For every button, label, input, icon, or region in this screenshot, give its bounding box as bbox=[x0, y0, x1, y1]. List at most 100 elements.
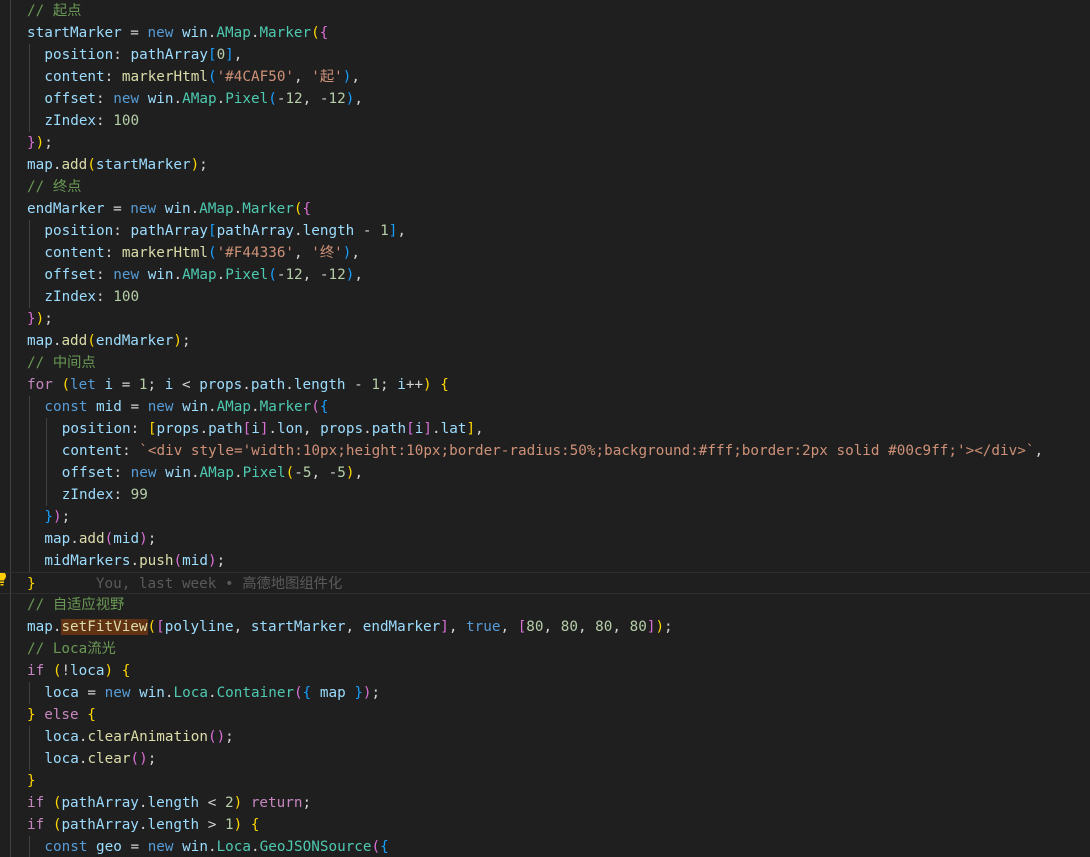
code-token: 2 bbox=[225, 795, 234, 811]
code-token: ) bbox=[173, 333, 182, 349]
code-line[interactable]: map.add(mid); bbox=[0, 528, 1090, 550]
code-token: win bbox=[147, 267, 174, 283]
code-token: ) bbox=[53, 509, 62, 525]
code-token: . bbox=[242, 377, 251, 393]
code-line[interactable]: position: pathArray[pathArray.length - 1… bbox=[0, 220, 1090, 242]
code-line[interactable]: for (let i = 1; i < props.path.length - … bbox=[0, 374, 1090, 396]
code-text: loca.clear(); bbox=[44, 748, 156, 770]
indent-guide bbox=[10, 330, 11, 352]
code-token: ) bbox=[35, 311, 45, 327]
code-line[interactable]: zIndex: 100 bbox=[0, 110, 1090, 132]
code-line[interactable]: // 终点 bbox=[0, 176, 1090, 198]
code-text: position: [props.path[i].lon, props.path… bbox=[62, 418, 484, 440]
code-token: // 中间点 bbox=[27, 355, 96, 371]
code-token: . bbox=[216, 267, 226, 283]
indent-guide bbox=[10, 484, 11, 506]
code-line[interactable]: const mid = new win.AMap.Marker({ bbox=[0, 396, 1090, 418]
indent-guide bbox=[10, 264, 11, 286]
code-token: . bbox=[216, 91, 226, 107]
code-line[interactable]: zIndex: 100 bbox=[0, 286, 1090, 308]
code-line[interactable]: position: [props.path[i].lon, props.path… bbox=[0, 418, 1090, 440]
code-line[interactable]: offset: new win.AMap.Pixel(-12, -12), bbox=[0, 264, 1090, 286]
code-line[interactable]: }); bbox=[0, 308, 1090, 330]
code-line[interactable]: loca.clearAnimation(); bbox=[0, 726, 1090, 748]
code-token: } bbox=[27, 773, 36, 789]
code-line[interactable]: map.add(startMarker); bbox=[0, 154, 1090, 176]
code-token: , bbox=[577, 619, 596, 635]
code-token: ; bbox=[302, 795, 312, 811]
indent-guide bbox=[10, 198, 11, 220]
indent-guide bbox=[10, 748, 11, 770]
code-line[interactable]: endMarker = new win.AMap.Marker({ bbox=[0, 198, 1090, 220]
code-text: } You, last week • 高德地图组件化 bbox=[27, 573, 342, 595]
code-token: // 自适应视野 bbox=[27, 597, 125, 613]
code-token: } bbox=[27, 576, 36, 592]
code-line[interactable]: // Loca流光 bbox=[0, 638, 1090, 660]
code-line[interactable]: midMarkers.push(mid); bbox=[0, 550, 1090, 572]
code-token: , bbox=[500, 619, 518, 635]
code-line[interactable]: offset: new win.AMap.Pixel(-12, -12), bbox=[0, 88, 1090, 110]
code-token: { bbox=[302, 685, 312, 701]
code-token: - bbox=[354, 223, 381, 239]
code-text: offset: new win.AMap.Pixel(-5, -5), bbox=[62, 462, 363, 484]
code-token: win bbox=[181, 25, 208, 41]
code-line[interactable]: content: markerHtml('#F44336', '终'), bbox=[0, 242, 1090, 264]
code-line[interactable]: startMarker = new win.AMap.Marker({ bbox=[0, 22, 1090, 44]
code-token: , bbox=[1034, 443, 1044, 459]
code-text: }); bbox=[27, 308, 53, 330]
code-token: 12 bbox=[285, 91, 303, 107]
code-line[interactable]: if (!loca) { bbox=[0, 660, 1090, 682]
indent-guide bbox=[10, 242, 11, 264]
code-editor[interactable]: // 起点 startMarker = new win.AMap.Marker({… bbox=[0, 0, 1090, 857]
code-line[interactable]: } You, last week • 高德地图组件化 bbox=[0, 572, 1090, 595]
code-line[interactable]: loca = new win.Loca.Container({ map }); bbox=[0, 682, 1090, 704]
code-token: path bbox=[250, 377, 286, 393]
code-token: . bbox=[70, 531, 79, 547]
code-line[interactable]: offset: new win.AMap.Pixel(-5, -5), bbox=[0, 462, 1090, 484]
indent-guide bbox=[29, 110, 30, 132]
code-line[interactable]: zIndex: 99 bbox=[0, 484, 1090, 506]
code-line[interactable]: if (pathArray.length > 1) { bbox=[0, 814, 1090, 836]
indent-guide bbox=[10, 0, 11, 22]
code-token: add bbox=[78, 531, 105, 547]
indent-guide bbox=[29, 44, 30, 66]
code-line[interactable]: const geo = new win.Loca.GeoJSONSource({ bbox=[0, 836, 1090, 857]
code-line[interactable]: // 自适应视野 bbox=[0, 594, 1090, 616]
code-token: ( bbox=[147, 619, 157, 635]
code-token: ; bbox=[147, 531, 157, 547]
code-line[interactable]: loca.clear(); bbox=[0, 748, 1090, 770]
code-token: position bbox=[44, 47, 114, 63]
code-line[interactable]: } bbox=[0, 770, 1090, 792]
code-line[interactable]: map.add(endMarker); bbox=[0, 330, 1090, 352]
code-token: } bbox=[27, 135, 36, 151]
code-line[interactable]: }); bbox=[0, 132, 1090, 154]
code-token: , - bbox=[302, 91, 329, 107]
indent-guide bbox=[10, 836, 11, 857]
code-line[interactable]: // 中间点 bbox=[0, 352, 1090, 374]
code-token: map bbox=[44, 531, 71, 547]
code-line[interactable]: // 起点 bbox=[0, 0, 1090, 22]
code-token: , bbox=[345, 619, 363, 635]
code-line[interactable]: } else { bbox=[0, 704, 1090, 726]
code-line[interactable]: content: `<div style='width:10px;height:… bbox=[0, 440, 1090, 462]
code-token: if bbox=[27, 817, 53, 833]
code-token: length bbox=[147, 795, 200, 811]
code-token: ) bbox=[139, 751, 148, 767]
code-line[interactable]: if (pathArray.length < 2) return; bbox=[0, 792, 1090, 814]
code-token: ) bbox=[35, 135, 45, 151]
indent-guide bbox=[10, 638, 11, 660]
indent-guide bbox=[10, 792, 11, 814]
code-line[interactable]: content: markerHtml('#4CAF50', '起'), bbox=[0, 66, 1090, 88]
code-line[interactable]: map.setFitView([polyline, startMarker, e… bbox=[0, 616, 1090, 638]
code-text: map.add(mid); bbox=[44, 528, 156, 550]
code-token: . bbox=[432, 421, 441, 437]
indent-guide bbox=[10, 660, 11, 682]
code-token: loca bbox=[44, 751, 79, 767]
code-line[interactable]: }); bbox=[0, 506, 1090, 528]
code-token: // 起点 bbox=[27, 3, 82, 19]
code-line[interactable]: position: pathArray[0], bbox=[0, 44, 1090, 66]
code-token: , bbox=[354, 267, 363, 283]
indent-guide bbox=[10, 110, 11, 132]
code-token: ; bbox=[379, 377, 398, 393]
